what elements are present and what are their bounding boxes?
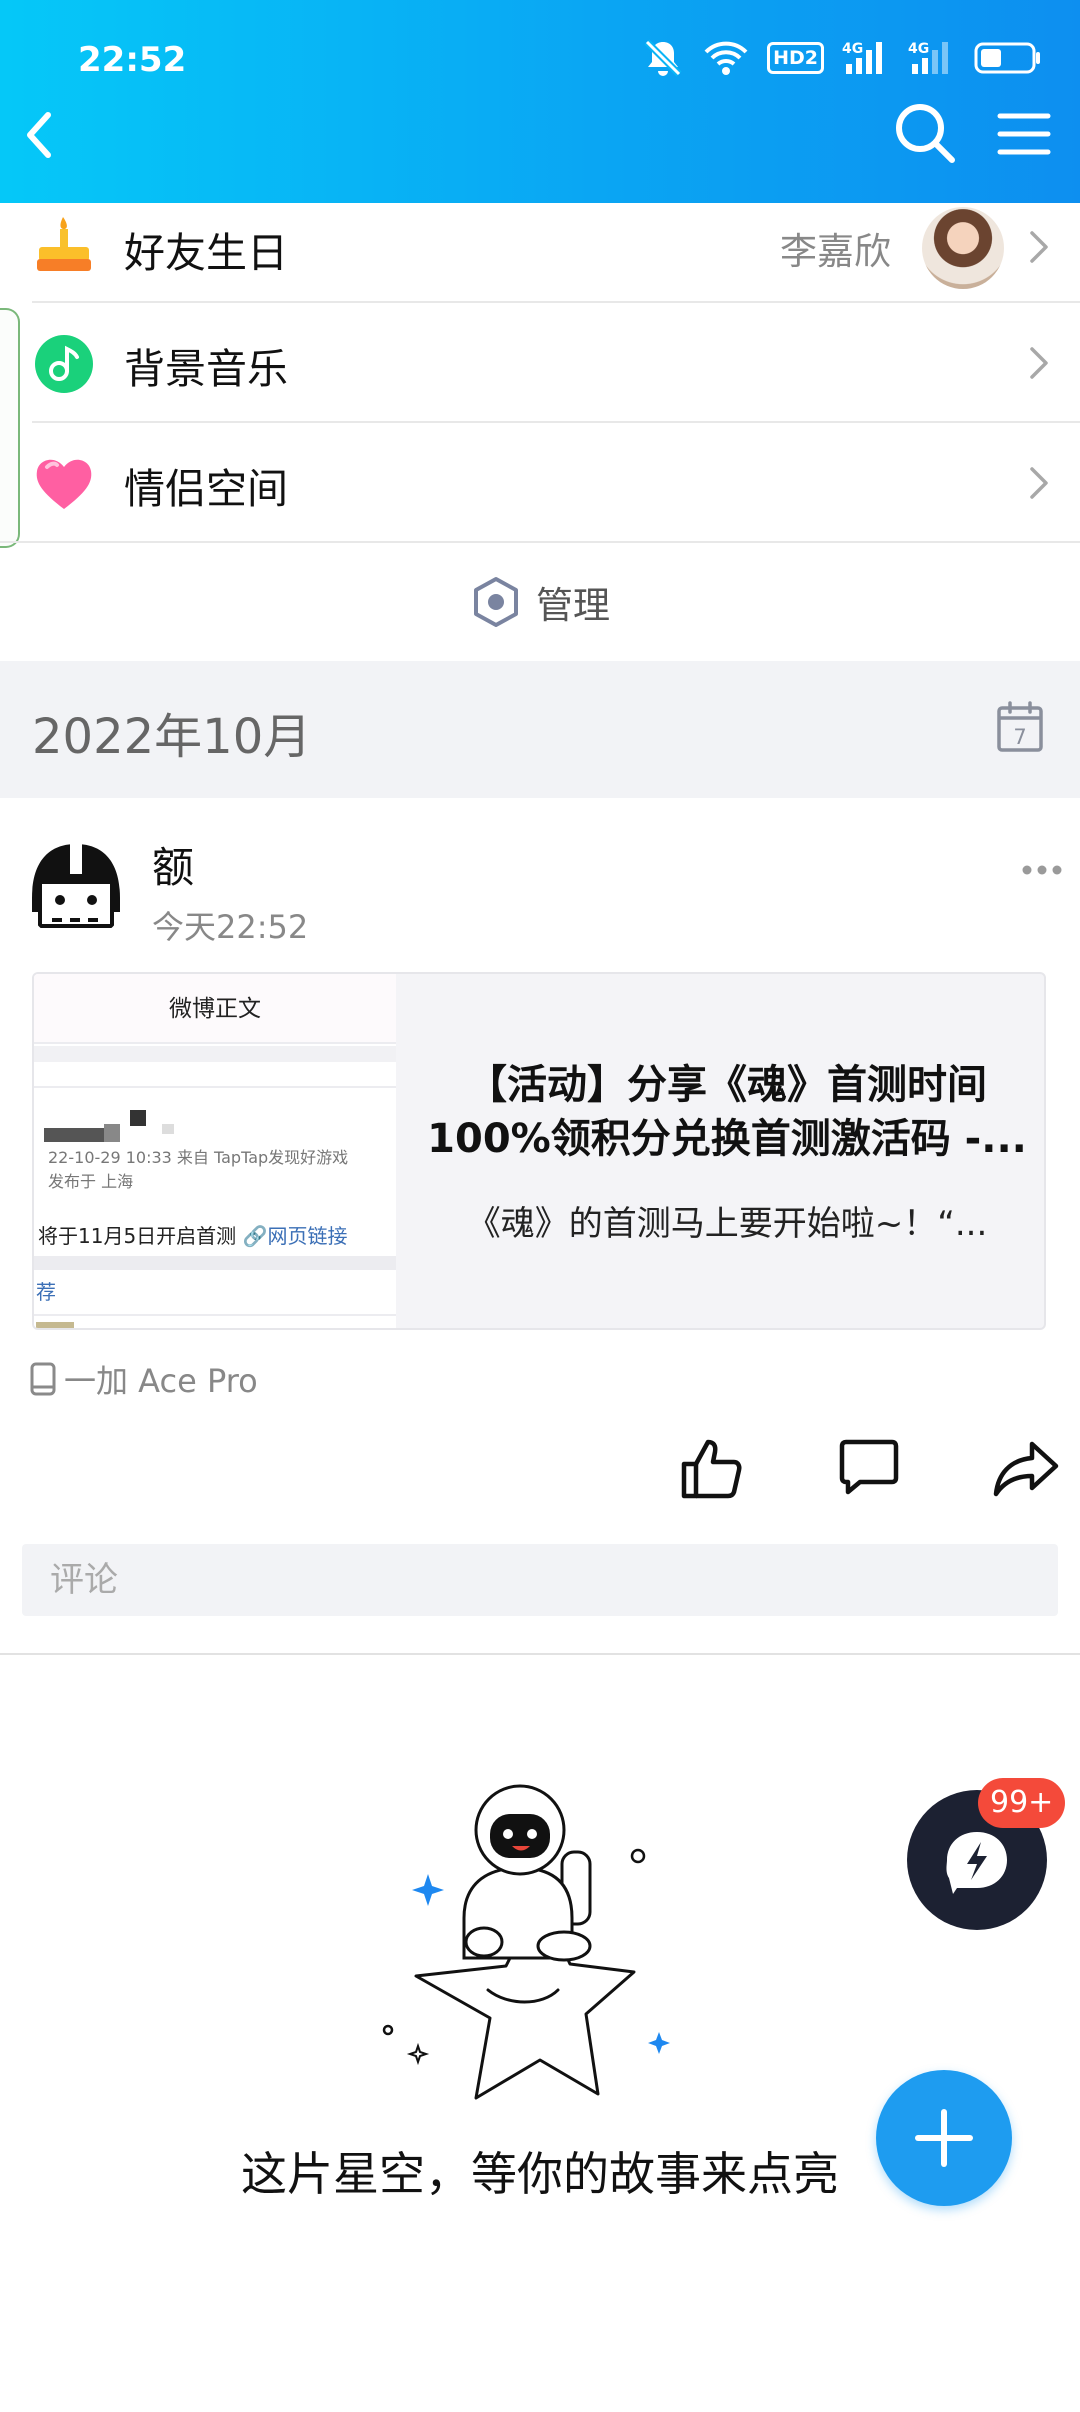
device-info: 一加 Ace Pro [30, 1356, 258, 1402]
device-label: 一加 Ace Pro [64, 1362, 258, 1400]
thumbnail-link: 🔗网页链接 [242, 1224, 348, 1248]
birthday-cake-icon [37, 217, 91, 271]
plus-icon [915, 2109, 973, 2167]
thumbnail-meta-line: 22-10-29 10:33 来自 TapTap发现好游戏 [48, 1148, 349, 1167]
thumbnail-recommend: 荐 [36, 1280, 56, 1304]
thumbnail-blur [34, 1046, 396, 1062]
notification-badge: 99+ [978, 1778, 1066, 1828]
post-timestamp: 今天22:52 [152, 908, 309, 946]
phone-icon [30, 1362, 56, 1396]
post-divider [0, 1653, 1080, 1655]
signal-label-2: 4G [908, 41, 929, 57]
calendar-day: 7 [1013, 725, 1026, 749]
music-note-icon [35, 335, 93, 393]
link-card-description: 《魂》的首测马上要开始啦~！“... [466, 1204, 988, 1244]
back-button[interactable] [18, 100, 78, 170]
menu-button[interactable] [994, 104, 1054, 164]
thumbnail-line [34, 1314, 396, 1316]
link-card-title: 【活动】分享《魂》首测时间100%领积分兑换首测激活码 -... [427, 1062, 1027, 1162]
wifi-icon [704, 41, 748, 75]
pixelated-avatar [44, 1128, 104, 1142]
chevron-right-icon [1030, 347, 1048, 379]
robot-avatar-icon [24, 838, 128, 942]
shared-link-card[interactable]: 微博正文 22-10-29 10:33 来自 TapTap发现好游戏 发布于 上… [32, 972, 1046, 1330]
status-time: 22:52 [78, 40, 187, 80]
settings-row-couple-space[interactable]: 情侣空间 [0, 423, 1080, 543]
thumbnail-image-fragment [36, 1322, 74, 1328]
pixelated-block [162, 1124, 174, 1134]
month-label: 2022年10月 [32, 709, 312, 765]
signal-label-1: 4G [842, 41, 863, 57]
background-music-label: 背景音乐 [124, 345, 288, 393]
pixelated-block [104, 1124, 120, 1142]
more-options-icon[interactable] [1020, 858, 1064, 882]
pixelated-block [130, 1110, 146, 1126]
friend-birthday-name: 李嘉欣 [780, 230, 891, 273]
search-button[interactable] [892, 100, 958, 166]
chevron-right-icon [1030, 467, 1048, 499]
add-post-button[interactable] [876, 2070, 1012, 2206]
mute-icon [644, 39, 682, 77]
thumbnail-meta: 22-10-29 10:33 来自 TapTap发现好游戏 发布于 上海 [48, 1146, 348, 1194]
share-icon[interactable] [992, 1438, 1060, 1498]
astronaut-star-illustration [382, 1784, 670, 2100]
settings-row-background-music[interactable]: 背景音乐 [0, 303, 1080, 423]
thumbnail-header: 微博正文 [34, 974, 396, 1044]
thumbnail-body: 将于11月5日开启首测 [38, 1224, 237, 1248]
post-username[interactable]: 额 [152, 834, 194, 895]
battery-icon [974, 42, 1040, 74]
signal-4g-icon: 4G [842, 41, 882, 74]
comment-icon[interactable] [836, 1438, 902, 1498]
link-thumbnail: 微博正文 22-10-29 10:33 来自 TapTap发现好游戏 发布于 上… [34, 974, 396, 1328]
friend-avatar [922, 207, 1004, 289]
thumbnail-meta-line: 发布于 上海 [48, 1172, 134, 1191]
signal-4g-icon-2: 4G [908, 41, 948, 74]
friend-birthday-label: 好友生日 [124, 229, 288, 277]
manage-button[interactable]: 管理 [0, 541, 1080, 661]
manage-label: 管理 [536, 584, 610, 627]
like-icon[interactable] [678, 1436, 744, 1502]
thumbnail-text: 将于11月5日开启首测 🔗网页链接 [38, 1220, 347, 1249]
thumbnail-separator [34, 1256, 396, 1270]
settings-row-friend-birthday[interactable]: 好友生日 李嘉欣 [0, 203, 1080, 303]
couple-space-label: 情侣空间 [124, 465, 288, 513]
status-icons: HD2 4G 4G [641, 38, 1042, 78]
manage-inner: 管理 [472, 575, 610, 629]
back-arrow-icon [27, 112, 51, 158]
search-icon [896, 104, 955, 163]
menu-icon [997, 113, 1051, 155]
comment-input[interactable]: 评论 [22, 1544, 1058, 1616]
hexagon-settings-icon [474, 577, 518, 627]
post-avatar[interactable] [24, 838, 128, 942]
feed-post: 额 今天22:52 微博正文 22-10-29 10:33 来自 TapTap发… [0, 798, 1080, 1655]
app-header: 22:52 HD2 4G 4G [0, 0, 1080, 203]
chevron-right-icon [1030, 231, 1048, 263]
hd-badge: HD2 [767, 42, 824, 74]
month-header: 2022年10月 7 [0, 661, 1080, 798]
calendar-icon[interactable]: 7 [996, 701, 1044, 753]
heart-icon [36, 459, 92, 509]
thumbnail-line [34, 1086, 396, 1088]
